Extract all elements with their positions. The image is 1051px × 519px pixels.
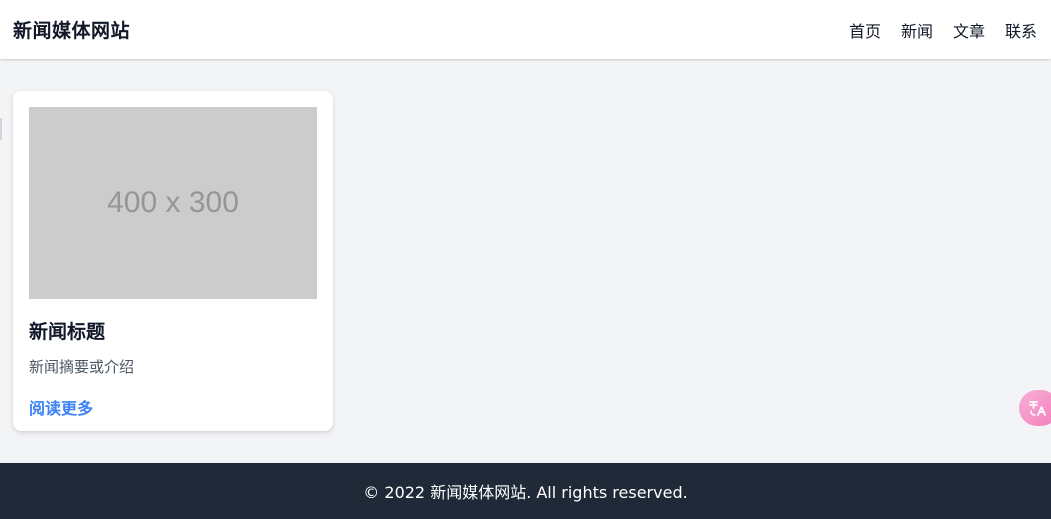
news-image-placeholder: 400 x 300 — [29, 107, 317, 299]
nav-link-home[interactable]: 首页 — [849, 18, 881, 42]
nav-link-contact[interactable]: 联系 — [1005, 18, 1037, 42]
image-placeholder-label: 400 x 300 — [107, 186, 239, 219]
translate-icon — [1028, 399, 1048, 417]
site-footer: © 2022 新闻媒体网站. All rights reserved. — [0, 463, 1051, 519]
news-card: 400 x 300 新闻标题 新闻摘要或介绍 阅读更多 — [13, 91, 333, 431]
news-title: 新闻标题 — [29, 321, 106, 343]
news-summary: 新闻摘要或介绍 — [29, 358, 135, 376]
page: 新闻媒体网站 首页 新闻 文章 联系 400 x 300 新闻标题 新闻摘要或介… — [0, 0, 1051, 519]
translate-button[interactable] — [1019, 390, 1051, 426]
edge-handle[interactable] — [0, 118, 2, 140]
site-brand[interactable]: 新闻媒体网站 — [13, 16, 130, 43]
read-more-link[interactable]: 阅读更多 — [29, 395, 93, 419]
footer-copyright: © 2022 新闻媒体网站. All rights reserved. — [363, 483, 688, 502]
nav-link-articles[interactable]: 文章 — [953, 18, 985, 42]
nav-link-news[interactable]: 新闻 — [901, 18, 933, 42]
main-nav: 首页 新闻 文章 联系 — [849, 18, 1037, 42]
site-header: 新闻媒体网站 首页 新闻 文章 联系 — [0, 0, 1051, 59]
